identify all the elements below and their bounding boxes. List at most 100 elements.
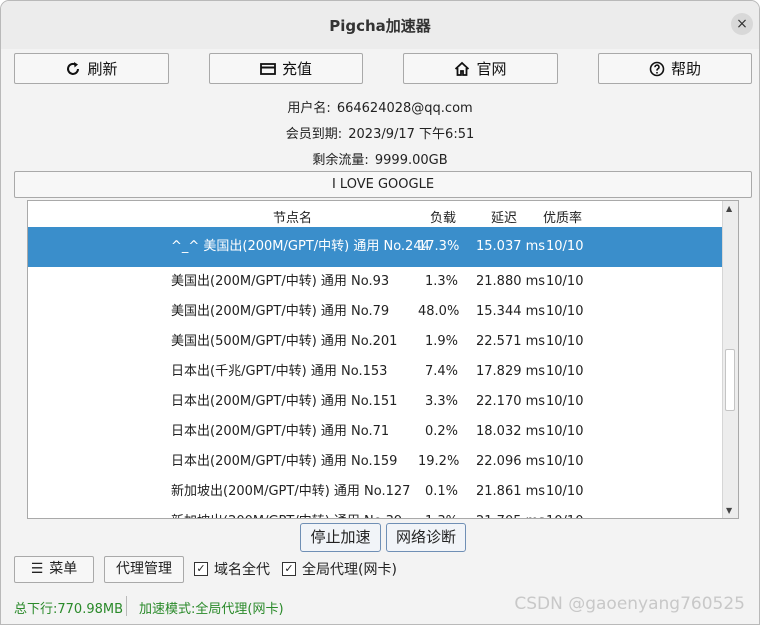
checkmark-icon[interactable]: ✓ [194, 562, 208, 576]
username-line: 用户名: 664624028@qq.com [1, 97, 759, 116]
node-quality: 10/10 [546, 334, 584, 349]
node-delay: 22.096 ms [476, 454, 546, 469]
list-scrollbar[interactable]: ▲ ▼ [722, 201, 738, 518]
domain-proxy-checkbox[interactable]: ✓ 域名全代 [194, 559, 270, 579]
traffic-line: 剩余流量: 9999.00GB [1, 149, 759, 168]
node-load: 1.3% [424, 274, 458, 289]
node-list-header: 节点名 负载 延迟 优质率 [28, 201, 724, 227]
node-name: 新加坡出(200M/GPT/中转) 通用 No.39 [171, 507, 402, 518]
expiry-line: 会员到期: 2023/9/17 下午6:51 [1, 123, 759, 142]
node-quality: 10/10 [546, 239, 584, 254]
table-row[interactable]: 新加坡出(200M/GPT/中转) 通用 No.39 1.3% 21.705 ms1… [28, 507, 724, 518]
traffic-label: 剩余流量: [312, 153, 369, 168]
expiry-value: 2023/9/17 下午6:51 [348, 127, 475, 142]
table-row[interactable]: 日本出(200M/GPT/中转) 通用 No.71 0.2% 18.032 ms 10… [28, 417, 724, 447]
table-row[interactable]: 日本出(千兆/GPT/中转) 通用 No.153 7.4% 17.829 ms 10/… [28, 357, 724, 387]
header-name[interactable]: 节点名 [273, 207, 312, 226]
domain-proxy-label: 域名全代 [214, 562, 270, 578]
node-quality: 10/10 [546, 507, 583, 518]
node-name: 日本出(千兆/GPT/中转) 通用 No.153 [171, 364, 388, 379]
node-load: 19.2% [418, 454, 460, 469]
node-name: 新加坡出(200M/GPT/中转) 通用 No.127 [171, 484, 411, 499]
network-diagnose-button[interactable]: 网络诊断 [386, 523, 466, 552]
website-button[interactable]: 官网 [403, 53, 558, 84]
node-delay: 22.571 ms [476, 334, 546, 349]
refresh-button[interactable]: 刷新 [14, 53, 169, 84]
home-icon [455, 61, 470, 76]
table-row[interactable]: 美国出(200M/GPT/中转) 通用 No.79 48.0% 15.344 ms 1… [28, 297, 724, 327]
node-list[interactable]: 节点名 负载 延迟 优质率 ^_^ 美国出(200M/GPT/中转) 通用 No… [27, 200, 739, 519]
node-name: 日本出(200M/GPT/中转) 通用 No.71 [171, 424, 390, 439]
node-delay: 18.032 ms [476, 424, 546, 439]
checkmark-icon[interactable]: ✓ [282, 562, 296, 576]
global-proxy-label: 全局代理(网卡) [302, 562, 397, 578]
node-delay: 15.037 ms [476, 239, 546, 254]
node-quality: 10/10 [546, 484, 584, 499]
scroll-up-icon[interactable]: ▲ [726, 204, 732, 213]
expiry-label: 会员到期: [285, 127, 343, 142]
node-quality: 10/10 [546, 364, 584, 379]
node-quality: 10/10 [546, 394, 584, 409]
node-quality: 10/10 [546, 454, 584, 469]
node-name: 美国出(200M/GPT/中转) 通用 No.79 [171, 304, 390, 319]
window-title: Pigcha加速器 [329, 17, 431, 35]
node-delay: 22.170 ms [476, 394, 546, 409]
credit-card-icon [260, 62, 276, 75]
table-row[interactable]: 日本出(200M/GPT/中转) 通用 No.159 19.2% 22.096 ms… [28, 447, 724, 477]
node-delay: 21.705 ms [476, 507, 545, 518]
node-name: 美国出(200M/GPT/中转) 通用 No.93 [171, 274, 390, 289]
help-button[interactable]: 帮助 [598, 53, 752, 84]
node-load: 48.0% [418, 304, 460, 319]
recharge-button[interactable]: 充值 [209, 53, 363, 84]
proxy-manage-button[interactable]: 代理管理 [104, 556, 184, 583]
refresh-icon [67, 61, 80, 75]
traffic-value: 9999.00GB [374, 153, 448, 168]
username-label: 用户名: [287, 101, 331, 116]
node-quality: 10/10 [546, 424, 584, 439]
header-load[interactable]: 负载 [430, 207, 456, 226]
node-load: 0.2% [424, 424, 458, 439]
stop-acceleration-button[interactable]: 停止加速 [300, 523, 381, 552]
watermark-text: CSDN @gaoenyang760525 [514, 594, 745, 614]
google-button[interactable]: I LOVE GOOGLE [14, 171, 752, 198]
app-window: Pigcha加速器 × 刷新 充值 官网 帮助 用户名: 664624028@q… [0, 0, 760, 625]
table-row[interactable]: 美国出(500M/GPT/中转) 通用 No.201 1.9% 22.571 ms 1… [28, 327, 724, 357]
table-row[interactable]: 日本出(200M/GPT/中转) 通用 No.151 3.3% 22.170 ms 1… [28, 387, 724, 417]
node-delay: 17.829 ms [476, 364, 546, 379]
help-icon [649, 61, 665, 76]
node-name: 日本出(200M/GPT/中转) 通用 No.151 [171, 394, 398, 409]
table-row[interactable]: 美国出(200M/GPT/中转) 通用 No.93 1.3% 21.880 ms 10… [28, 267, 724, 297]
menu-label: 菜单 [49, 561, 78, 577]
mode-status: 加速模式:全局代理(网卡) [139, 602, 284, 617]
menu-button[interactable]: ☰ 菜单 [14, 556, 94, 583]
node-delay: 21.861 ms [476, 484, 546, 499]
header-delay[interactable]: 延迟 [491, 207, 517, 226]
refresh-label: 刷新 [87, 60, 118, 78]
node-load: 3.3% [424, 394, 458, 409]
node-name: 美国出(500M/GPT/中转) 通用 No.201 [171, 334, 398, 349]
node-name: 日本出(200M/GPT/中转) 通用 No.159 [171, 454, 398, 469]
scroll-down-icon[interactable]: ▼ [726, 506, 732, 515]
global-proxy-checkbox[interactable]: ✓ 全局代理(网卡) [282, 559, 397, 579]
title-bar[interactable]: Pigcha加速器 × [1, 1, 759, 49]
scroll-thumb[interactable] [725, 349, 735, 411]
node-quality: 10/10 [546, 274, 584, 289]
header-quality[interactable]: 优质率 [543, 207, 582, 226]
recharge-label: 充值 [281, 60, 312, 78]
node-load: 7.4% [424, 364, 458, 379]
download-status: 总下行:770.98MB [14, 602, 124, 617]
node-load: 17.3% [418, 239, 460, 254]
node-name: ^_^ 美国出(200M/GPT/中转) 通用 No.244 [171, 239, 430, 254]
close-button[interactable]: × [731, 13, 753, 35]
node-load: 0.1% [424, 484, 458, 499]
table-row-selected[interactable]: ^_^ 美国出(200M/GPT/中转) 通用 No.244 17.3% 15.03… [28, 227, 724, 267]
status-divider [126, 596, 127, 616]
help-label: 帮助 [670, 60, 701, 78]
node-quality: 10/10 [546, 304, 584, 319]
node-delay: 15.344 ms [476, 304, 546, 319]
menu-icon: ☰ [30, 561, 44, 577]
node-load: 1.9% [424, 334, 458, 349]
table-row[interactable]: 新加坡出(200M/GPT/中转) 通用 No.127 0.1% 21.861 ms… [28, 477, 724, 507]
node-delay: 21.880 ms [476, 274, 546, 289]
username-value: 664624028@qq.com [336, 101, 473, 116]
